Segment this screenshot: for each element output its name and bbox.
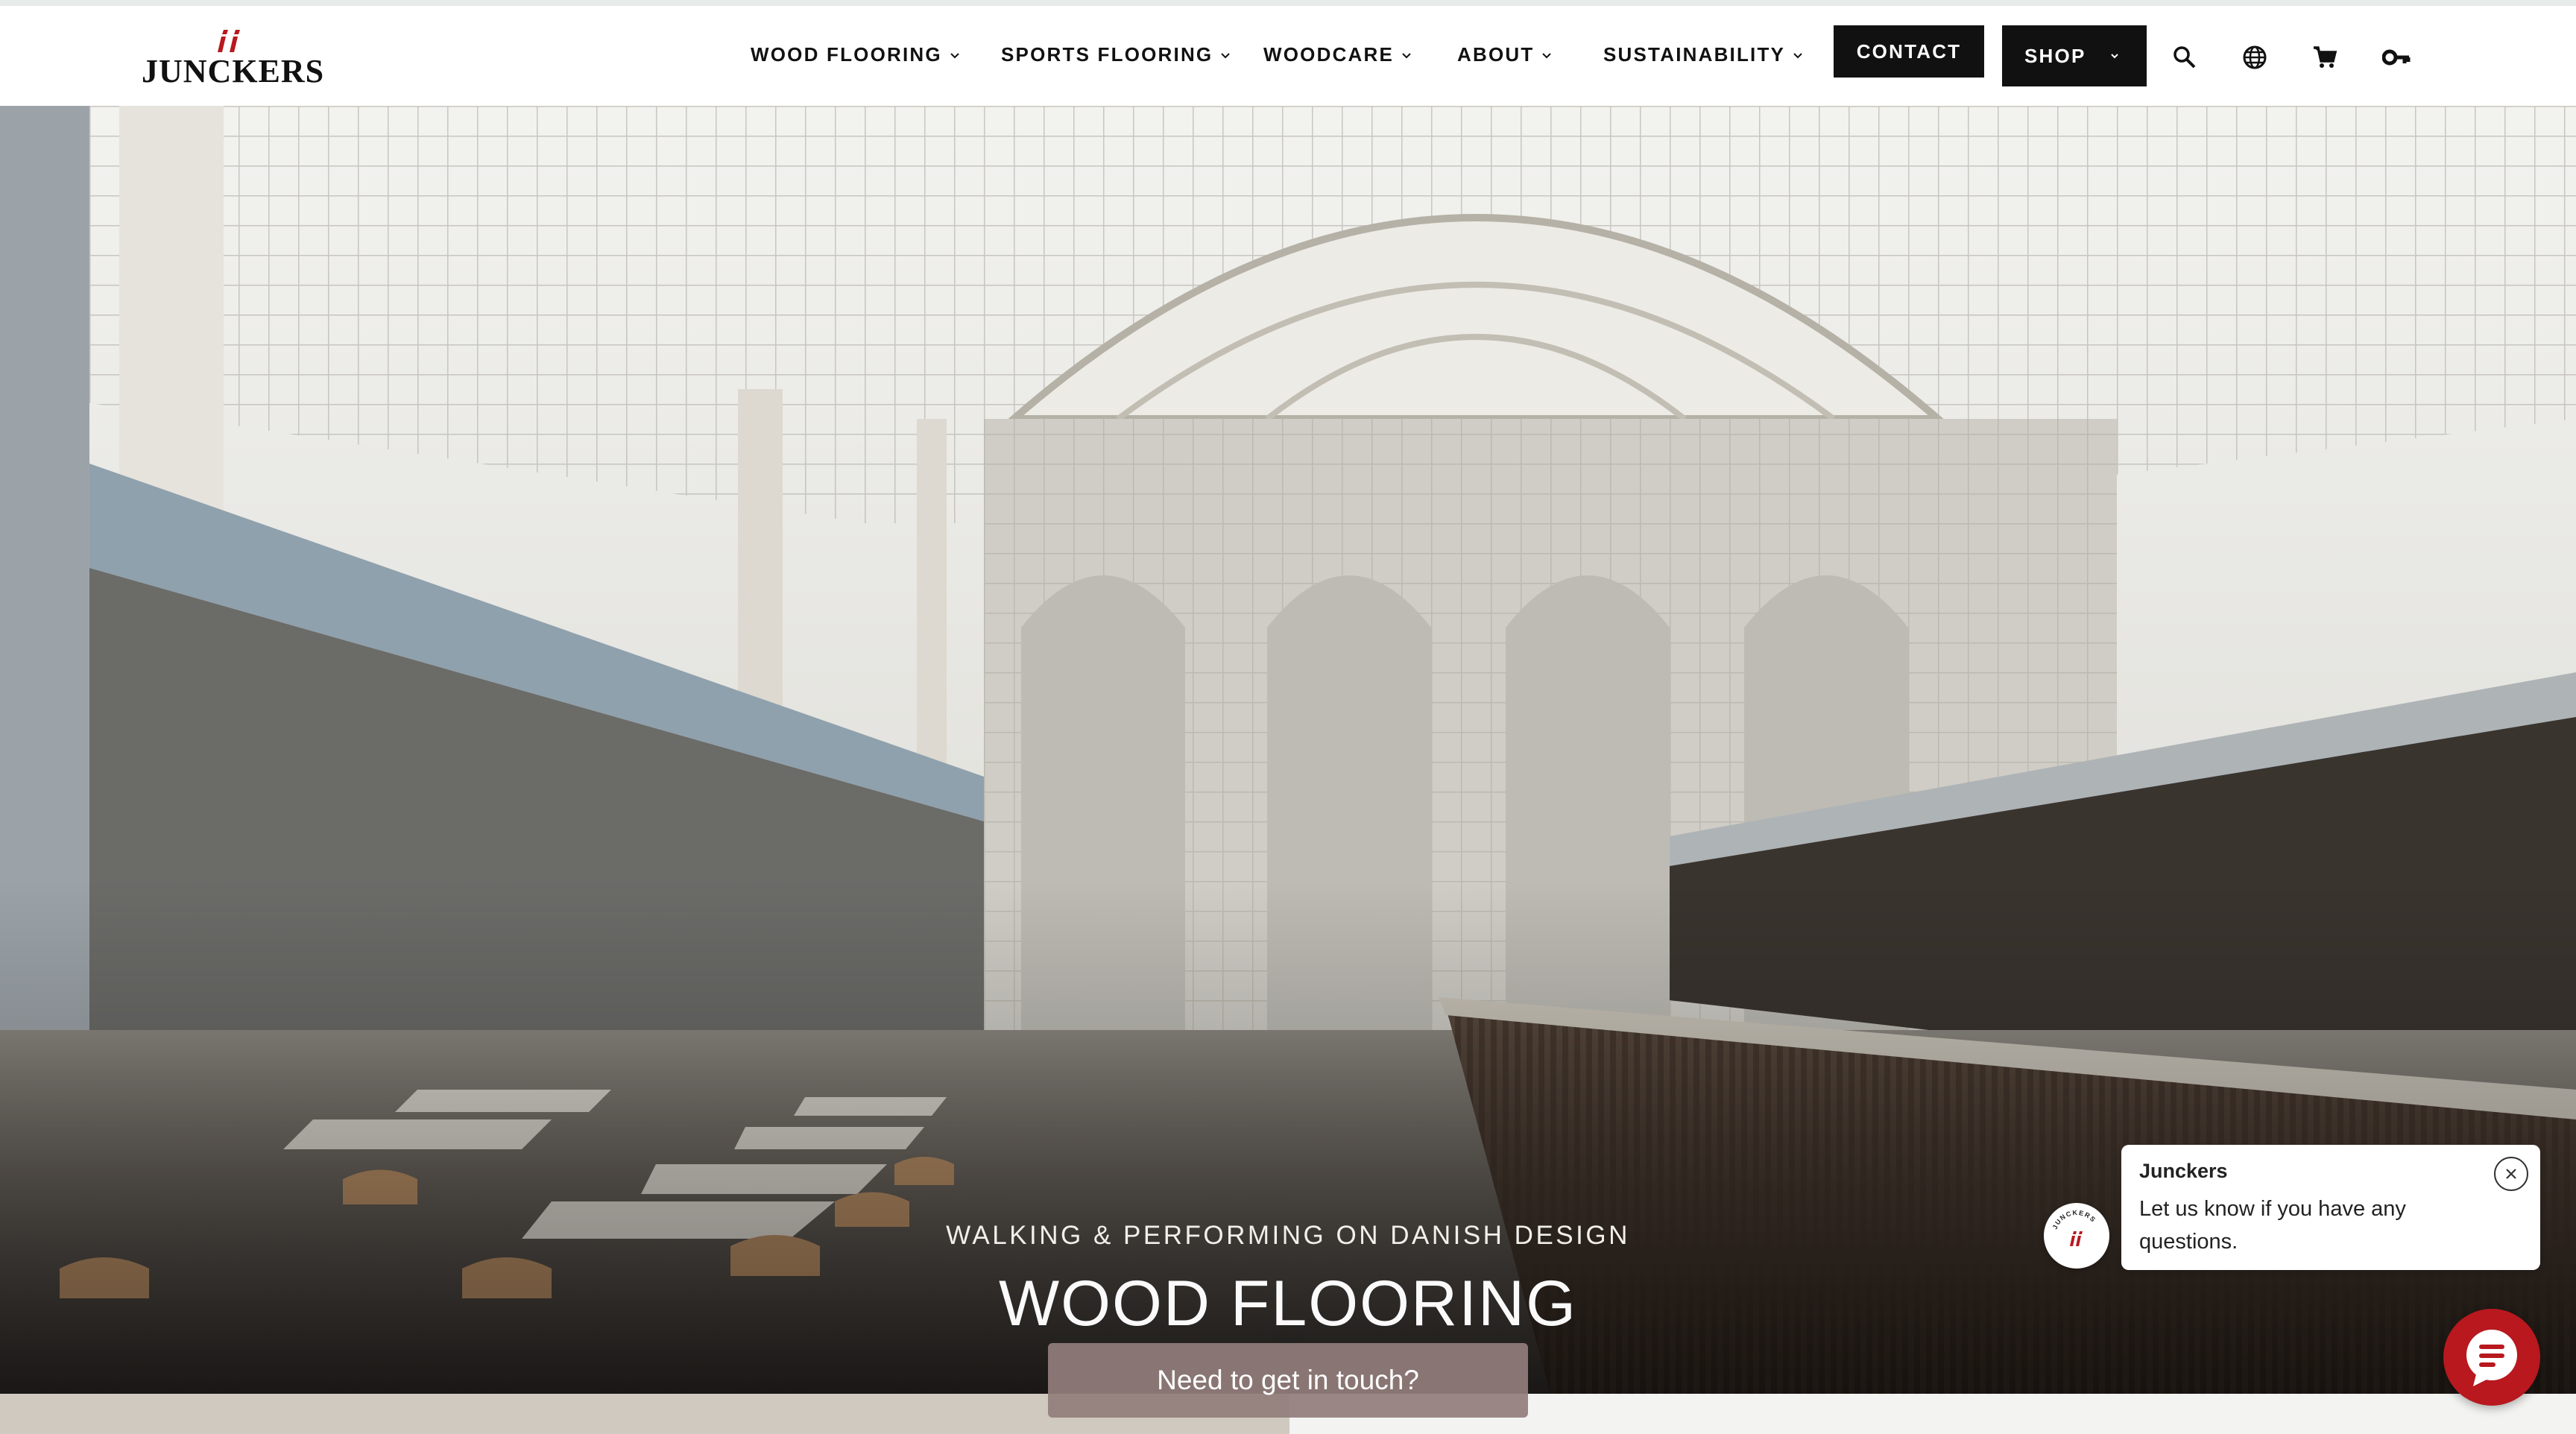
nav-item-woodcare[interactable]: WOODCARE (1263, 43, 1412, 66)
junckers-badge-icon: JUNCKERS (2051, 1209, 2097, 1246)
key-icon[interactable] (2382, 45, 2411, 70)
nav-item-label: SUSTAINABILITY (1603, 43, 1786, 66)
chevron-down-icon (1402, 52, 1411, 58)
nav-item-sports-flooring[interactable]: SPORTS FLOORING (1001, 43, 1231, 66)
junckers-logo[interactable]: JUNCKERS (142, 22, 325, 89)
svg-text:JUNCKERS: JUNCKERS (2051, 1209, 2097, 1231)
logo-mark-icon (218, 30, 240, 52)
nav-item-label: SPORTS FLOORING (1001, 43, 1213, 66)
chevron-down-icon (1542, 52, 1552, 58)
site-header: JUNCKERS WOOD FLOORING SPORTS FLOORING W… (0, 6, 2576, 107)
chevron-down-icon (2111, 54, 2118, 59)
contact-button[interactable]: CONTACT (1834, 25, 1984, 78)
nav-item-label: ABOUT (1457, 43, 1535, 66)
search-icon[interactable] (2172, 45, 2197, 70)
chat-avatar[interactable]: JUNCKERS (2044, 1203, 2109, 1269)
shop-button[interactable]: SHOP (2002, 25, 2147, 86)
top-strip (0, 0, 2576, 6)
nav-item-label: WOOD FLOORING (751, 43, 942, 66)
globe-icon[interactable] (2242, 45, 2267, 70)
chevron-down-icon (1221, 52, 1231, 58)
chat-message-bubble: Junckers Let us know if you have any que… (2121, 1145, 2540, 1270)
chat-launcher-button[interactable] (2443, 1309, 2540, 1406)
chat-message-text: Let us know if you have any questions. (2139, 1197, 2406, 1254)
nav-item-label: WOODCARE (1263, 43, 1395, 66)
shop-button-label: SHOP (2024, 44, 2086, 67)
chat-close-button[interactable] (2494, 1157, 2528, 1191)
chat-icon (2466, 1330, 2517, 1386)
nav-item-wood-flooring[interactable]: WOOD FLOORING (751, 43, 960, 66)
get-in-touch-button[interactable]: Need to get in touch? (1048, 1343, 1528, 1418)
close-icon (2506, 1169, 2516, 1179)
chat-avatar-text: JUNCKERS (2051, 1209, 2097, 1231)
chevron-down-icon (1793, 52, 1802, 58)
logo-wordmark: JUNCKERS (142, 53, 325, 89)
nav-item-about[interactable]: ABOUT (1457, 43, 1552, 66)
nav-item-sustainability[interactable]: SUSTAINABILITY (1603, 43, 1803, 66)
chat-sender-name: Junckers (2139, 1160, 2228, 1182)
chevron-down-icon (950, 52, 959, 58)
cart-icon[interactable] (2312, 45, 2337, 70)
